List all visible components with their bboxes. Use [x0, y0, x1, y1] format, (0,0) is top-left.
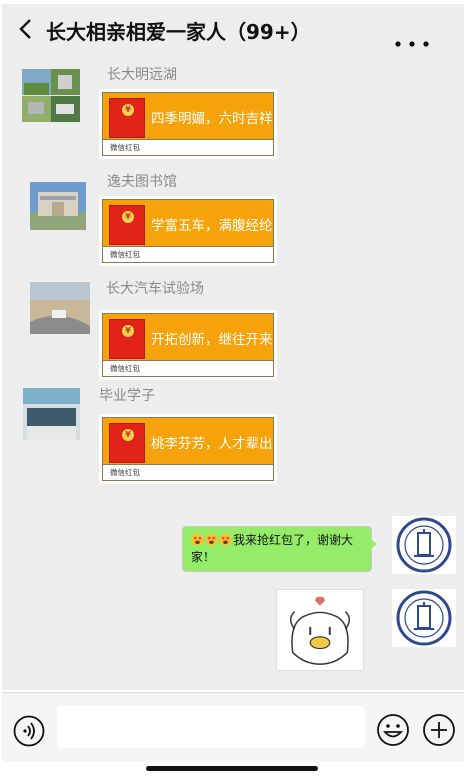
duck-sticker-icon	[290, 596, 350, 665]
voice-icon[interactable]	[13, 715, 45, 747]
red-envelope-icon: ¥	[109, 205, 145, 245]
sender-name: 逸夫图书馆	[107, 174, 177, 190]
avatar[interactable]	[30, 182, 86, 230]
my-avatar[interactable]	[392, 516, 456, 574]
red-packet-text: 开拓创新，继往开来	[151, 332, 273, 348]
plus-icon[interactable]	[422, 713, 456, 747]
my-avatar[interactable]	[392, 589, 456, 647]
red-packet-label: 微信红包	[103, 246, 273, 262]
home-indicator[interactable]	[146, 766, 318, 771]
red-envelope-icon: ¥	[109, 423, 145, 463]
red-packet-label: 微信红包	[103, 139, 273, 155]
chevron-left-icon[interactable]	[16, 18, 36, 40]
red-packet[interactable]: ¥ 四季明媚，六时吉祥 微信红包	[102, 92, 274, 156]
avatar[interactable]	[23, 388, 80, 440]
red-packet-message[interactable]: ¥ 学富五车，满腹经纶 微信红包	[99, 196, 277, 266]
input-bar	[2, 692, 464, 762]
red-packet[interactable]: ¥ 开拓创新，继往开来 微信红包	[102, 313, 274, 377]
laughing-face-icon	[219, 533, 232, 546]
red-packet-message[interactable]: ¥ 开拓创新，继往开来 微信红包	[99, 310, 277, 380]
chat-header: 长大相亲相爱一家人（99+）	[2, 4, 464, 54]
laughing-face-icon	[205, 533, 218, 546]
avatar[interactable]	[30, 282, 90, 334]
red-envelope-icon: ¥	[109, 98, 145, 138]
red-packet-label: 微信红包	[103, 464, 273, 480]
red-packet-message[interactable]: ¥ 桃李芬芳，人才辈出 微信红包	[99, 414, 277, 484]
red-packet-label: 微信红包	[103, 360, 273, 376]
red-packet[interactable]: ¥ 学富五车，满腹经纶 微信红包	[102, 199, 274, 263]
sender-name: 长大明远湖	[107, 67, 177, 83]
message-input[interactable]	[57, 706, 365, 748]
sticker-message[interactable]	[276, 589, 364, 671]
red-packet-text: 四季明媚，六时吉祥	[151, 111, 273, 127]
my-message-bubble[interactable]: 我来抢红包了，谢谢大家！	[182, 526, 372, 572]
chat-title: 长大相亲相爱一家人（99+）	[46, 20, 311, 44]
avatar[interactable]	[22, 69, 80, 122]
sender-name: 毕业学子	[99, 388, 155, 404]
red-packet-text: 学富五车，满腹经纶	[151, 218, 273, 234]
red-packet-message[interactable]: ¥ 四季明媚，六时吉祥 微信红包	[99, 89, 277, 159]
red-envelope-icon: ¥	[109, 319, 145, 359]
laughing-face-icon	[191, 533, 204, 546]
smile-icon[interactable]	[376, 713, 410, 747]
bubble-tail	[370, 538, 377, 550]
sender-name: 长大汽车试验场	[106, 281, 204, 297]
more-dots-icon[interactable]	[394, 40, 430, 48]
red-packet-text: 桃李芬芳，人才辈出	[151, 436, 273, 452]
red-packet[interactable]: ¥ 桃李芬芳，人才辈出 微信红包	[102, 417, 274, 481]
